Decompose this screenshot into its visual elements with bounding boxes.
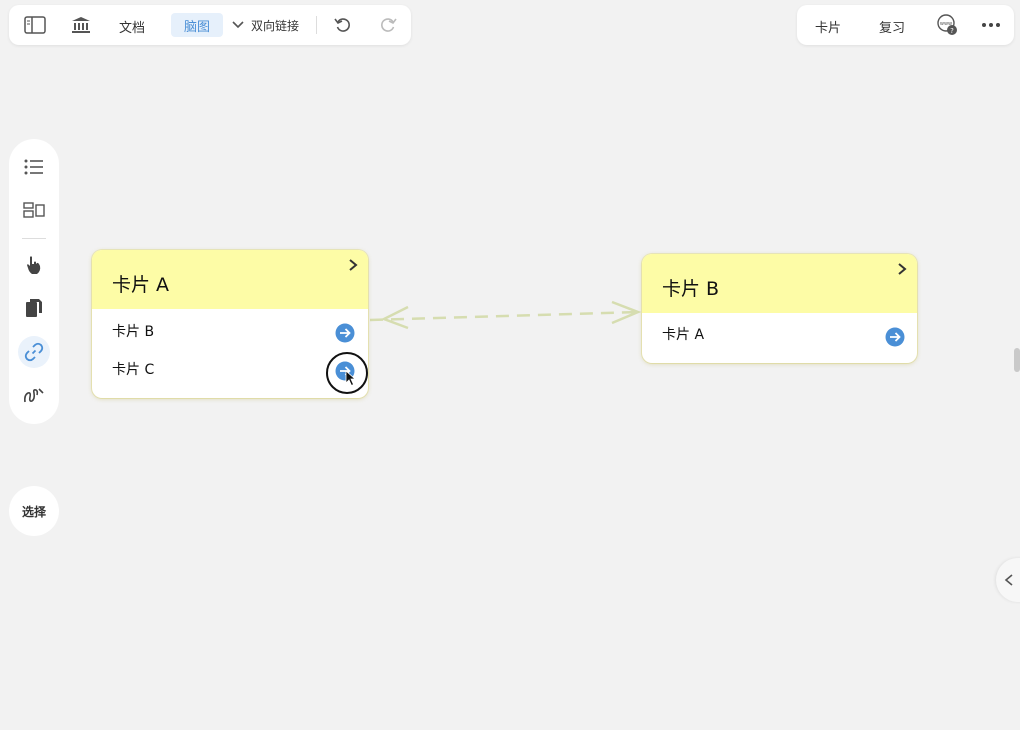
- card-b[interactable]: 卡片 B 卡片 A: [642, 254, 917, 363]
- vertical-scrollbar-thumb[interactable]: [1014, 348, 1020, 372]
- chevron-left-icon: [1004, 574, 1013, 586]
- undo-icon[interactable]: [332, 15, 354, 35]
- side-toolbar-divider: [22, 238, 46, 239]
- card-a-expand-icon[interactable]: [348, 258, 358, 276]
- side-toolbar: [9, 139, 59, 424]
- layout-icon[interactable]: [18, 194, 50, 226]
- card-view-button[interactable]: 卡片: [815, 17, 841, 36]
- card-a-row-1-go-icon[interactable]: [335, 323, 355, 343]
- card-b-row-link[interactable]: 卡片 A: [662, 324, 704, 344]
- library-icon[interactable]: [70, 15, 92, 35]
- svg-text:?: ?: [950, 27, 954, 35]
- right-panel-toggle[interactable]: [996, 558, 1020, 602]
- tab-document[interactable]: 文档: [119, 17, 145, 36]
- tab-mindmap[interactable]: 脑图: [171, 13, 223, 37]
- card-b-header: 卡片 B: [642, 254, 917, 313]
- web-help-icon[interactable]: www?: [936, 14, 958, 35]
- review-button[interactable]: 复习: [879, 17, 905, 36]
- card-a-header: 卡片 A: [92, 250, 368, 309]
- link-icon[interactable]: [18, 336, 50, 368]
- outline-list-icon[interactable]: [18, 151, 50, 183]
- bidirectional-link-line: [369, 300, 642, 330]
- mouse-cursor-icon: [345, 370, 357, 387]
- copy-pages-icon[interactable]: [18, 292, 50, 324]
- right-toolbar: 卡片 复习 www?: [797, 5, 1014, 45]
- select-tool-button[interactable]: 选择: [9, 486, 59, 536]
- chevron-down-icon[interactable]: [230, 15, 246, 35]
- card-b-expand-icon[interactable]: [897, 262, 907, 280]
- card-a-title: 卡片 A: [112, 274, 170, 296]
- tab-bidirectional-links[interactable]: 双向链接: [251, 17, 299, 34]
- card-a-row-link[interactable]: 卡片 C: [112, 359, 154, 379]
- hand-pointer-icon[interactable]: [18, 249, 50, 281]
- card-b-title: 卡片 B: [662, 278, 720, 300]
- redo-icon[interactable]: [377, 15, 399, 35]
- toolbar-divider: [316, 16, 317, 34]
- more-icon[interactable]: [980, 15, 1002, 35]
- main-toolbar: 文档 脑图 双向链接: [9, 5, 411, 45]
- sidebar-toggle-icon[interactable]: [24, 15, 46, 35]
- freehand-draw-icon[interactable]: [18, 379, 50, 411]
- card-b-row-1-go-icon[interactable]: [885, 327, 905, 347]
- card-a-row-link[interactable]: 卡片 B: [112, 321, 154, 341]
